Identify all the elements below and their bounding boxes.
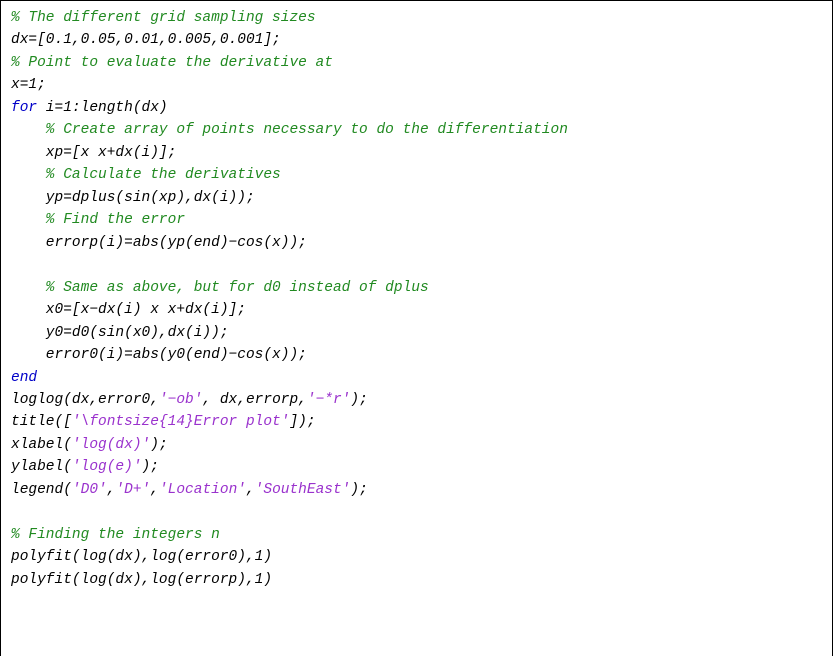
code-line: ); [350, 392, 367, 408]
code-line: legend( [11, 482, 72, 498]
code-line: ); [142, 459, 159, 475]
keyword-end: end [11, 370, 37, 386]
code-line: , [150, 482, 159, 498]
code-block: % The different grid sampling sizes dx=[… [0, 0, 833, 656]
keyword-for: for [11, 100, 37, 116]
code-line: ); [350, 482, 367, 498]
code-line: i=1:length(dx) [37, 100, 168, 116]
comment: % Calculate the derivatives [11, 167, 281, 183]
code-line: errorp(i)=abs(yp(end)−cos(x)); [11, 235, 307, 251]
string: 'log(e)' [72, 459, 142, 475]
comment: % Find the error [11, 212, 185, 228]
code-line: x0=[x−dx(i) x x+dx(i)]; [11, 302, 246, 318]
string: 'Location' [159, 482, 246, 498]
string: 'SouthEast' [255, 482, 351, 498]
code-line: polyfit(log(dx),log(errorp),1) [11, 572, 272, 588]
string: '\fontsize{14}Error plot' [72, 414, 290, 430]
string: '−ob' [159, 392, 203, 408]
code-line: yp=dplus(sin(xp),dx(i)); [11, 190, 255, 206]
string: '−*r' [307, 392, 351, 408]
code-line: y0=d0(sin(x0),dx(i)); [11, 325, 229, 341]
code-line: xlabel( [11, 437, 72, 453]
comment: % Finding the integers n [11, 527, 220, 543]
code-line: polyfit(log(dx),log(error0),1) [11, 549, 272, 565]
string: 'D+' [115, 482, 150, 498]
code-line: xp=[x x+dx(i)]; [11, 145, 176, 161]
code-line: loglog(dx,error0, [11, 392, 159, 408]
code-line: dx=[0.1,0.05,0.01,0.005,0.001]; [11, 32, 281, 48]
code-line: , [246, 482, 255, 498]
string: 'log(dx)' [72, 437, 150, 453]
comment: % The different grid sampling sizes [11, 10, 316, 26]
comment: % Create array of points necessary to do… [11, 122, 568, 138]
code-line: title([ [11, 414, 72, 430]
code-line: ); [150, 437, 167, 453]
code-line: ]); [289, 414, 315, 430]
string: 'D0' [72, 482, 107, 498]
code-line: error0(i)=abs(y0(end)−cos(x)); [11, 347, 307, 363]
code-line: ylabel( [11, 459, 72, 475]
code-line: x=1; [11, 77, 46, 93]
comment: % Point to evaluate the derivative at [11, 55, 333, 71]
comment: % Same as above, but for d0 instead of d… [11, 280, 429, 296]
code-line: , dx,errorp, [202, 392, 306, 408]
